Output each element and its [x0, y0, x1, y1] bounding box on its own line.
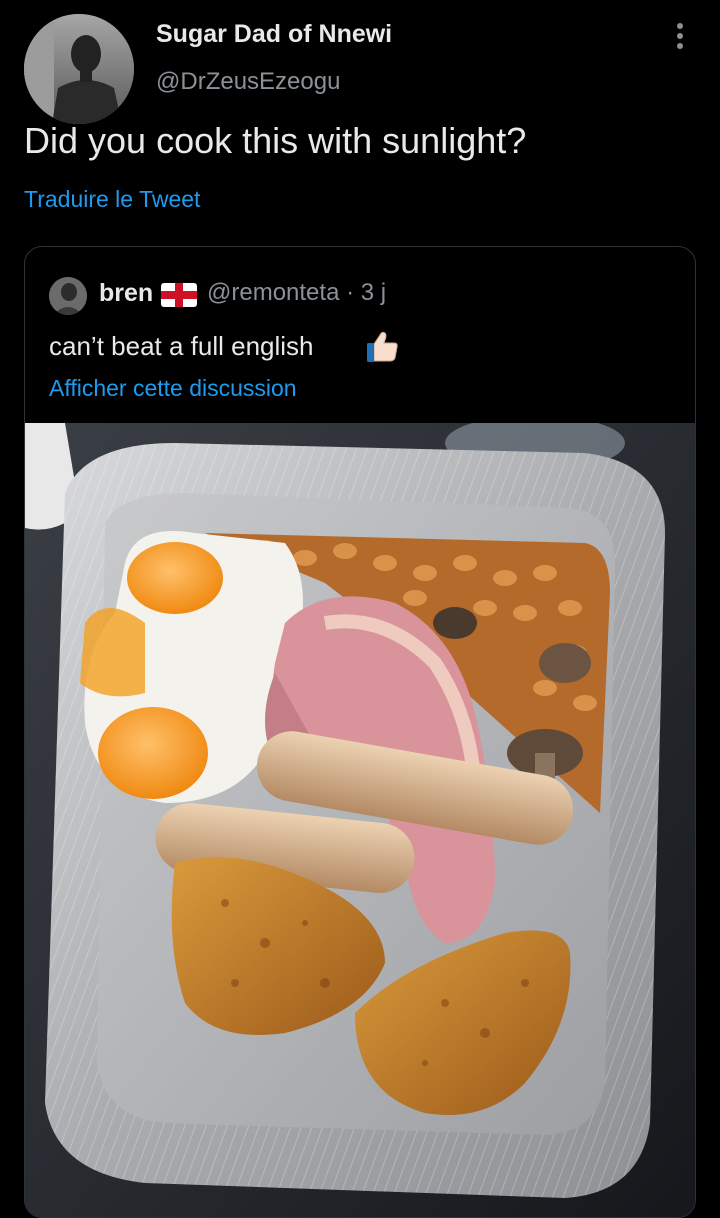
- quoted-tweet-card[interactable]: bren @remonteta · 3 j can’t beat a full …: [24, 246, 696, 1218]
- show-thread-link[interactable]: Afficher cette discussion: [49, 375, 297, 402]
- tweet-text: Did you cook this with sunlight?: [24, 120, 527, 161]
- meta-separator: ·: [346, 279, 355, 306]
- breakfast-photo[interactable]: [25, 415, 695, 1217]
- translate-tweet-link[interactable]: Traduire le Tweet: [24, 186, 200, 213]
- more-options-button[interactable]: [664, 18, 696, 54]
- quoted-text: can’t beat a full english: [49, 331, 314, 361]
- author-avatar[interactable]: [24, 14, 134, 124]
- quoted-meta: @remonteta · 3 j: [207, 279, 386, 307]
- quoted-time[interactable]: 3 j: [361, 279, 386, 306]
- thumbs-up-icon: [363, 327, 401, 365]
- more-vertical-icon: [677, 23, 683, 49]
- england-flag-icon: [161, 283, 197, 307]
- quoted-author-name[interactable]: bren: [99, 279, 153, 308]
- author-handle[interactable]: @DrZeusEzeogu: [156, 68, 340, 96]
- quoted-author-handle[interactable]: @remonteta: [207, 279, 339, 306]
- quoted-author-avatar[interactable]: [49, 277, 87, 315]
- tweet: Sugar Dad of Nnewi @DrZeusEzeogu Did you…: [0, 0, 720, 1218]
- author-name[interactable]: Sugar Dad of Nnewi: [156, 20, 392, 49]
